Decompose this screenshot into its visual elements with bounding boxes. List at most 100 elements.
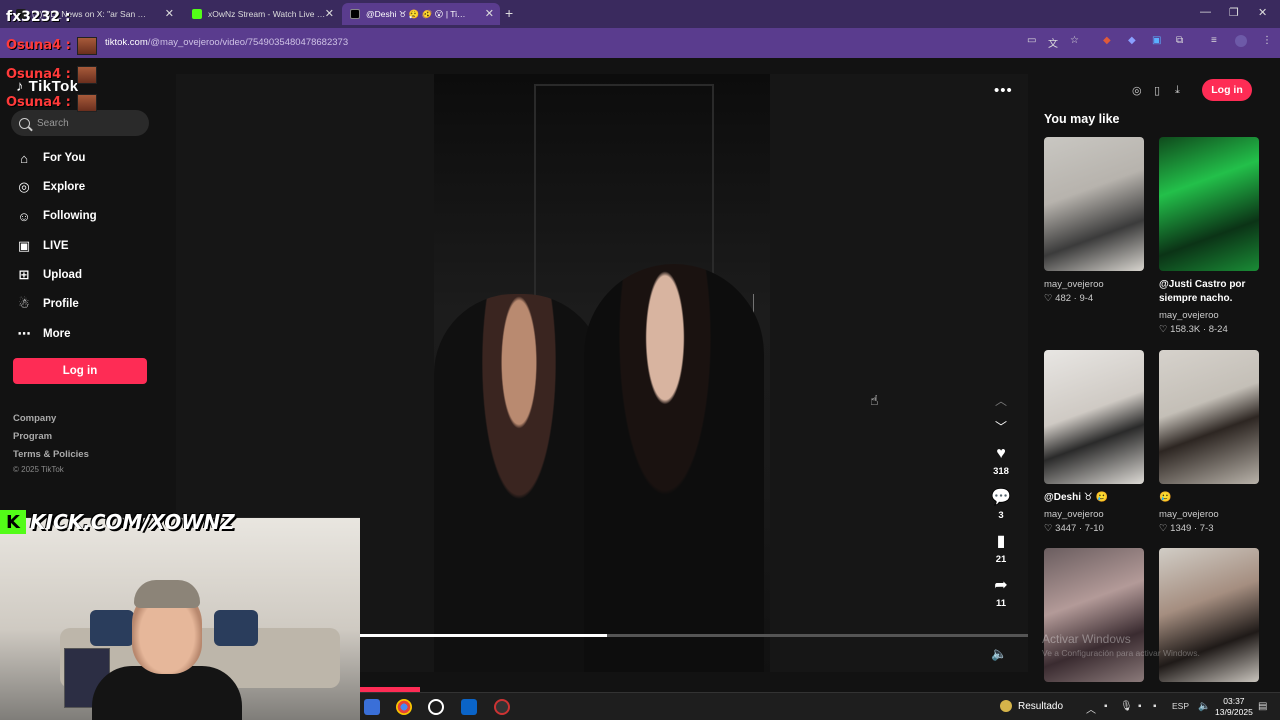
kick-favicon-icon bbox=[192, 9, 202, 19]
recommended-video-card[interactable]: @Deshi ♉ 🥲 may_ovejeroo ♡ 3447 · 7-10 bbox=[1044, 350, 1144, 534]
like-action[interactable]: ♥ 318 bbox=[988, 445, 1014, 477]
recommended-video-card[interactable] bbox=[1044, 548, 1144, 682]
new-tab-button[interactable]: + bbox=[505, 5, 513, 21]
translate-icon[interactable]: 文 bbox=[1048, 35, 1058, 50]
home-icon: ⌂ bbox=[20, 150, 28, 166]
user-follow-icon: ☺ bbox=[17, 208, 31, 224]
chat-overlay-avatar bbox=[77, 94, 97, 112]
live-tv-icon: ▣ bbox=[17, 238, 31, 253]
recommended-video-card[interactable]: may_ovejeroo ♡ 482 · 9-4 bbox=[1044, 137, 1144, 304]
recommended-video-card[interactable] bbox=[1159, 548, 1259, 682]
store-icon[interactable] bbox=[364, 699, 380, 715]
mouse-cursor-icon: ☝ bbox=[870, 392, 879, 408]
extension-icon[interactable]: ▣ bbox=[1152, 35, 1161, 46]
video-thumbnail[interactable] bbox=[1159, 548, 1259, 682]
recommended-video-card[interactable]: 🥲 may_ovejeroo ♡ 1349 · 7-3 bbox=[1159, 350, 1259, 534]
tab-close-icon[interactable]: ✕ bbox=[325, 7, 334, 20]
speaker-icon[interactable]: 🔈 bbox=[1198, 701, 1210, 712]
extension-icon[interactable]: ◆ bbox=[1103, 35, 1111, 46]
footer-link-terms[interactable]: Terms & Policies bbox=[13, 449, 89, 460]
search-box[interactable] bbox=[11, 110, 149, 136]
chevron-up-icon[interactable]: ︿ bbox=[995, 392, 1007, 409]
app-icon[interactable] bbox=[428, 699, 444, 715]
save-action[interactable]: ▮ 21 bbox=[988, 533, 1014, 565]
browser-menu-icon[interactable]: ⋮ bbox=[1262, 35, 1272, 46]
language-indicator[interactable]: ESP bbox=[1172, 701, 1189, 711]
footer-link-company[interactable]: Company bbox=[13, 413, 56, 424]
kick-logo-icon: K bbox=[0, 510, 26, 534]
video-player[interactable] bbox=[434, 74, 770, 672]
tray-app-icon[interactable]: ▪ bbox=[1153, 701, 1157, 712]
profile-icon: ☃ bbox=[18, 296, 30, 311]
nav-explore[interactable]: ◎ Explore bbox=[16, 176, 85, 198]
chrome-icon[interactable] bbox=[396, 699, 412, 715]
kick-url-text: KICK.COM/XOWNZ bbox=[30, 510, 235, 534]
copyright-text: © 2025 TikTok bbox=[13, 465, 64, 474]
tray-chevron-icon[interactable]: ︿ bbox=[1086, 701, 1096, 716]
browser-tab-tiktok[interactable]: @Deshi ♉ 😮‍💨 🫨 😮 | Ti… ✕ bbox=[342, 3, 500, 25]
webcam-pillow bbox=[90, 610, 134, 646]
profile-avatar-icon[interactable] bbox=[1235, 35, 1247, 47]
upload-plus-icon: ⊞ bbox=[18, 267, 30, 282]
taskbar-clock[interactable]: 03:37 13/9/2025 bbox=[1215, 696, 1253, 718]
compass-small-icon[interactable]: ◎ bbox=[1132, 84, 1142, 97]
outlook-icon[interactable] bbox=[461, 699, 477, 715]
comment-icon: 💬 bbox=[991, 489, 1011, 506]
heart-icon: ♥ bbox=[996, 445, 1006, 462]
comment-action[interactable]: 💬 3 bbox=[988, 489, 1014, 521]
footer-link-program[interactable]: Program bbox=[13, 431, 52, 442]
activate-windows-subtext: Ve a Configuración para activar Windows. bbox=[1042, 648, 1200, 658]
nav-more[interactable]: ⋯ More bbox=[16, 323, 71, 345]
video-thumbnail[interactable] bbox=[1159, 350, 1259, 484]
webcam-streamer-hair bbox=[134, 580, 200, 608]
more-options-icon[interactable]: ••• bbox=[994, 82, 1013, 99]
bookmark-star-icon[interactable]: ☆ bbox=[1070, 35, 1079, 46]
more-dots-icon: ⋯ bbox=[17, 326, 31, 341]
heart-outline-icon: ♡ bbox=[1159, 523, 1171, 534]
minimize-icon[interactable]: — bbox=[1200, 6, 1211, 18]
nav-following[interactable]: ☺ Following bbox=[16, 205, 96, 227]
tray-app-icon[interactable]: ▪ bbox=[1138, 701, 1142, 712]
video-thumbnail[interactable] bbox=[1159, 137, 1259, 271]
taskbar-weather[interactable]: Resultado bbox=[1000, 700, 1063, 712]
nav-live[interactable]: ▣ LIVE bbox=[16, 235, 69, 257]
video-thumbnail[interactable] bbox=[1044, 137, 1144, 271]
address-bar: tiktok.com/@may_ovejeroo/video/754903548… bbox=[0, 28, 1280, 58]
video-thumbnail[interactable] bbox=[1044, 548, 1144, 682]
volume-icon[interactable]: 🔈 bbox=[991, 646, 1007, 662]
chevron-down-icon[interactable]: ﹀ bbox=[995, 418, 1007, 435]
extension-icon[interactable]: ◆ bbox=[1128, 35, 1136, 46]
video-progress-bar[interactable] bbox=[359, 634, 1028, 637]
share-arrow-icon: ➦ bbox=[994, 577, 1008, 594]
tab-close-icon[interactable]: ✕ bbox=[485, 7, 494, 20]
search-input[interactable] bbox=[37, 117, 137, 129]
search-icon bbox=[19, 117, 30, 129]
login-button[interactable]: Log in bbox=[13, 358, 147, 384]
notification-icon[interactable]: ▤ bbox=[1258, 701, 1267, 712]
restore-icon[interactable]: ❐ bbox=[1229, 6, 1239, 19]
tray-app-icon[interactable]: ▪ bbox=[1104, 701, 1108, 712]
tiktok-favicon-icon bbox=[350, 9, 360, 19]
nav-profile[interactable]: ☃ Profile bbox=[16, 293, 79, 315]
cast-icon[interactable]: ▭ bbox=[1027, 35, 1036, 46]
video-progress-fill bbox=[359, 634, 607, 637]
download-icon[interactable]: ⤓ bbox=[1175, 84, 1180, 97]
share-action[interactable]: ➦ 11 bbox=[988, 577, 1014, 609]
url-field[interactable]: tiktok.com/@may_ovejeroo/video/754903548… bbox=[105, 37, 348, 48]
chat-overlay-avatar bbox=[77, 66, 97, 84]
login-button-top[interactable]: Log in bbox=[1202, 79, 1252, 101]
recommended-video-card[interactable]: @Justi Castro por siempre nacho. may_ove… bbox=[1159, 137, 1259, 335]
browser-tab-kick[interactable]: xOwNz Stream - Watch Live on … ✕ bbox=[184, 3, 340, 25]
reading-list-icon[interactable]: ≡ bbox=[1211, 35, 1217, 46]
mobile-icon[interactable]: ▯ bbox=[1154, 84, 1160, 97]
close-window-icon[interactable]: ✕ bbox=[1258, 6, 1267, 19]
extensions-puzzle-icon[interactable]: ⧉ bbox=[1176, 35, 1183, 46]
obs-icon[interactable] bbox=[494, 699, 510, 715]
microphone-icon[interactable]: 🎙 bbox=[1120, 701, 1133, 712]
nav-upload[interactable]: ⊞ Upload bbox=[16, 264, 82, 286]
nav-for-you[interactable]: ⌂ For You bbox=[16, 147, 85, 169]
chat-overlay-username: Osuna4 : bbox=[6, 38, 71, 53]
video-thumbnail[interactable] bbox=[1044, 350, 1144, 484]
tab-close-icon[interactable]: ✕ bbox=[165, 7, 174, 20]
taskbar-accent bbox=[360, 687, 420, 692]
